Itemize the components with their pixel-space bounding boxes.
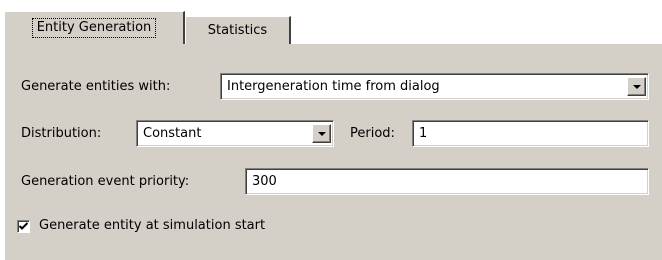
tab-statistics-label: Statistics [207,23,268,38]
chevron-down-icon [632,85,641,89]
generate-entities-dropdown-button[interactable] [627,77,646,96]
distribution-dropdown-button[interactable] [312,124,331,143]
generate-at-start-checkbox[interactable] [17,220,30,233]
entity-generation-panel: Generate entities with: Intergeneration … [4,43,662,260]
generate-entities-label: Generate entities with: [21,79,171,94]
generation-priority-label: Generation event priority: [21,174,190,189]
period-value: 1 [419,126,428,141]
distribution-value: Constant [143,126,202,141]
check-icon [19,222,28,230]
period-input[interactable]: 1 [412,120,649,147]
generate-entities-value: Intergeneration time from dialog [227,79,440,94]
distribution-label: Distribution: [21,126,102,141]
tab-entity-generation[interactable]: Entity Generation [4,11,185,44]
generate-entities-select[interactable]: Intergeneration time from dialog [220,73,649,100]
tab-entity-generation-label: Entity Generation [31,18,157,38]
period-label: Period: [350,126,395,141]
distribution-select[interactable]: Constant [136,120,334,147]
generate-at-start-label[interactable]: Generate entity at simulation start [39,218,265,234]
chevron-down-icon [317,132,326,136]
generation-priority-value: 300 [252,174,277,189]
tab-statistics[interactable]: Statistics [185,16,291,44]
generation-priority-input[interactable]: 300 [245,168,649,195]
